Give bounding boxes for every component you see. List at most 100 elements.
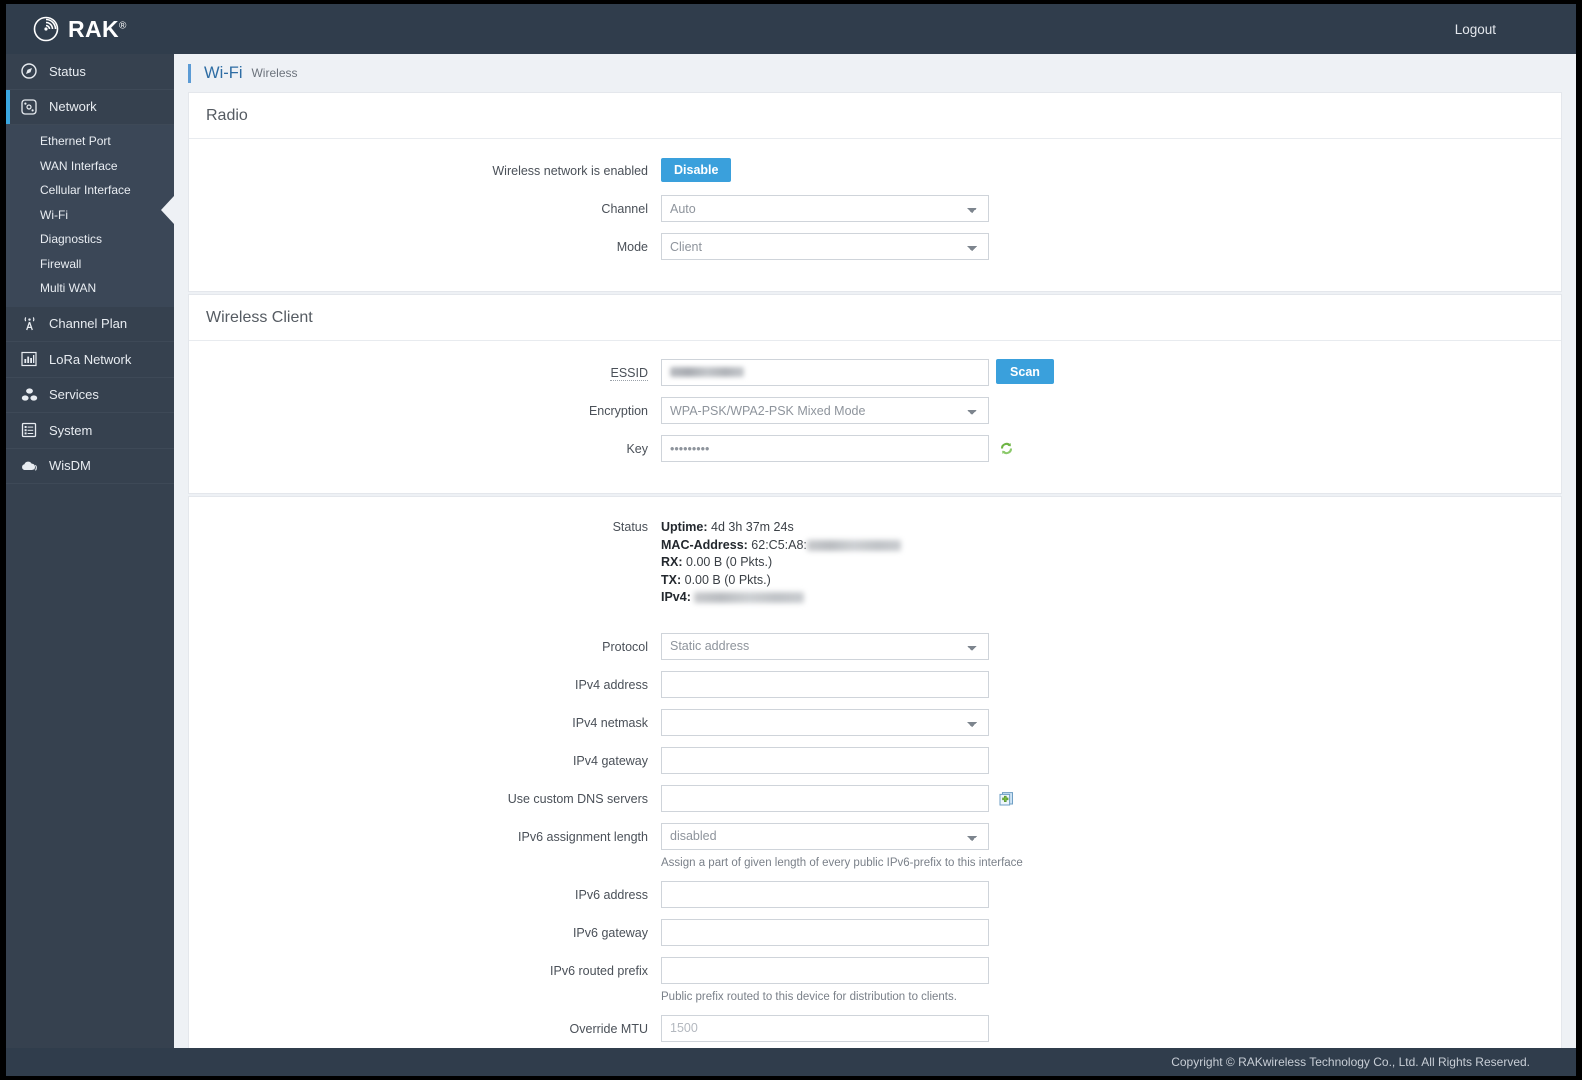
status-rx-label: RX: xyxy=(661,555,683,569)
status-uptime-line: Uptime: 4d 3h 37m 24s xyxy=(661,519,901,537)
mode-row: Mode Client xyxy=(189,233,1561,261)
sidebar-item-label: WisDM xyxy=(49,458,91,474)
refresh-key-icon[interactable] xyxy=(998,440,1015,457)
ipv6-assignment-row: IPv6 assignment length disabled xyxy=(189,822,1561,851)
system-icon xyxy=(20,421,38,439)
app-window: RAK® Logout Status Network Ethernet Port… xyxy=(6,4,1576,1076)
channel-row: Channel Auto xyxy=(189,195,1561,223)
ipv4-gateway-row: IPv4 gateway xyxy=(189,746,1561,775)
ipv6-routed-prefix-input[interactable] xyxy=(661,956,989,984)
page-subtitle: Wireless xyxy=(251,66,298,80)
antenna-icon xyxy=(20,315,38,333)
mode-select[interactable]: Client xyxy=(661,233,989,260)
ipv4-address-row: IPv4 address xyxy=(189,670,1561,699)
ipv6-address-input[interactable] xyxy=(661,880,989,908)
ipv6-gateway-label: IPv6 gateway xyxy=(572,925,648,940)
wireless-client-panel: Wireless Client ESSID Scan Encryption WP… xyxy=(188,294,1562,494)
key-field xyxy=(661,435,1015,462)
sidebar-item-channel-plan[interactable]: Channel Plan xyxy=(6,307,174,342)
interface-config-panel: Status Uptime: 4d 3h 37m 24s MAC-Address… xyxy=(188,496,1562,1074)
sidebar: Status Network Ethernet Port WAN Interfa… xyxy=(6,54,174,1076)
wireless-client-heading: Wireless Client xyxy=(189,295,1561,341)
status-ipv4-redacted xyxy=(694,592,805,604)
wireless-enabled-field: Disable xyxy=(661,157,732,182)
footer: Copyright © RAKwireless Technology Co., … xyxy=(6,1048,1576,1076)
sidebar-item-system[interactable]: System xyxy=(6,413,174,449)
status-mac-label: MAC-Address: xyxy=(661,537,748,552)
essid-row: ESSID Scan xyxy=(189,359,1561,387)
essid-label-text: ESSID xyxy=(610,366,648,381)
breadcrumb: Wi-Fi Wireless xyxy=(174,54,1576,92)
chart-bars-icon xyxy=(20,350,38,368)
scan-button[interactable]: Scan xyxy=(996,359,1054,384)
sidebar-item-wisdm[interactable]: WisDM xyxy=(6,449,174,484)
ipv6-assignment-select[interactable]: disabled xyxy=(661,822,989,850)
page-title: Wi-Fi xyxy=(204,63,243,82)
ipv6-gateway-field xyxy=(661,918,989,946)
disable-wireless-button[interactable]: Disable xyxy=(661,158,732,182)
ipv4-gateway-input[interactable] xyxy=(661,746,989,774)
ipv6-assignment-hint: Assign a part of given length of every p… xyxy=(661,856,1023,869)
status-row: Status Uptime: 4d 3h 37m 24s MAC-Address… xyxy=(189,519,1561,607)
sidebar-item-status[interactable]: Status xyxy=(6,54,174,90)
encryption-row: Encryption WPA-PSK/WPA2-PSK Mixed Mode xyxy=(189,397,1561,425)
sidebar-item-lora-network[interactable]: LoRa Network xyxy=(6,342,174,378)
sidebar-subitem-wifi[interactable]: Wi-Fi xyxy=(6,203,174,228)
ipv6-routed-prefix-row: IPv6 routed prefix xyxy=(189,956,1561,985)
mtu-input[interactable] xyxy=(661,1014,989,1042)
ipv6-address-label: IPv6 address xyxy=(575,887,648,902)
status-rx-line: RX: 0.00 B (0 Pkts.) xyxy=(661,554,901,572)
sidebar-item-network[interactable]: Network xyxy=(6,89,174,125)
status-mac-redacted xyxy=(806,539,901,551)
sidebar-subitem-label: Firewall xyxy=(40,256,82,271)
sidebar-subitem-label: Multi WAN xyxy=(40,281,97,296)
ipv6-routed-prefix-label: IPv6 routed prefix xyxy=(550,963,648,978)
protocol-label: Protocol xyxy=(602,639,648,654)
protocol-field: Static address xyxy=(661,632,989,660)
ipv4-address-input[interactable] xyxy=(661,670,989,698)
ipv4-address-field xyxy=(661,670,989,698)
rak-logo-icon xyxy=(33,16,59,42)
essid-label: ESSID xyxy=(189,359,661,387)
ipv4-netmask-select[interactable] xyxy=(661,708,989,736)
sidebar-item-label: LoRa Network xyxy=(49,351,132,367)
radio-panel-body: Wireless network is enabled Disable Chan… xyxy=(189,139,1561,291)
logout-link[interactable]: Logout xyxy=(1455,22,1576,37)
network-icon xyxy=(20,98,38,116)
ipv6-gateway-input[interactable] xyxy=(661,918,989,946)
ipv4-address-label: IPv4 address xyxy=(575,677,648,692)
sidebar-item-label: Network xyxy=(49,99,97,115)
mode-label: Mode xyxy=(616,240,648,254)
sidebar-subitem-multi-wan[interactable]: Multi WAN xyxy=(6,276,174,301)
sidebar-item-label: Services xyxy=(49,387,99,403)
key-row: Key xyxy=(189,435,1561,463)
protocol-select[interactable]: Static address xyxy=(661,632,989,660)
sidebar-subitem-diagnostics[interactable]: Diagnostics xyxy=(6,227,174,252)
add-item-icon[interactable] xyxy=(998,790,1015,807)
mtu-label: Override MTU xyxy=(569,1021,648,1036)
wireless-client-body: ESSID Scan Encryption WPA-PSK/WPA2-PSK M… xyxy=(189,341,1561,493)
key-input[interactable] xyxy=(661,435,989,462)
channel-select[interactable]: Auto xyxy=(661,195,989,222)
sidebar-subitem-cellular-interface[interactable]: Cellular Interface xyxy=(6,178,174,203)
sidebar-subitem-firewall[interactable]: Firewall xyxy=(6,252,174,277)
sidebar-subitem-label: Wi-Fi xyxy=(40,207,68,222)
dns-servers-input[interactable] xyxy=(661,784,989,812)
ipv6-gateway-row: IPv6 gateway xyxy=(189,918,1561,947)
mtu-row: Override MTU xyxy=(189,1014,1561,1043)
brand-logo-area: RAK® xyxy=(6,16,127,43)
interface-config-body: Status Uptime: 4d 3h 37m 24s MAC-Address… xyxy=(189,497,1561,1073)
brand-title: RAK® xyxy=(68,15,127,42)
sidebar-subitem-ethernet-port[interactable]: Ethernet Port xyxy=(6,129,174,154)
sidebar-subitem-label: Ethernet Port xyxy=(40,134,111,149)
wireless-enabled-row: Wireless network is enabled Disable xyxy=(189,157,1561,185)
sidebar-item-label: Channel Plan xyxy=(49,316,128,332)
sidebar-subitem-wan-interface[interactable]: WAN Interface xyxy=(6,154,174,179)
sidebar-item-services[interactable]: Services xyxy=(6,378,174,413)
ipv6-routed-prefix-field xyxy=(661,956,989,984)
copyright-text: Copyright © RAKwireless Technology Co., … xyxy=(1171,1055,1530,1069)
status-label: Status xyxy=(612,520,648,534)
ipv4-gateway-field xyxy=(661,746,989,774)
channel-label: Channel xyxy=(601,202,648,216)
encryption-select[interactable]: WPA-PSK/WPA2-PSK Mixed Mode xyxy=(661,397,989,424)
